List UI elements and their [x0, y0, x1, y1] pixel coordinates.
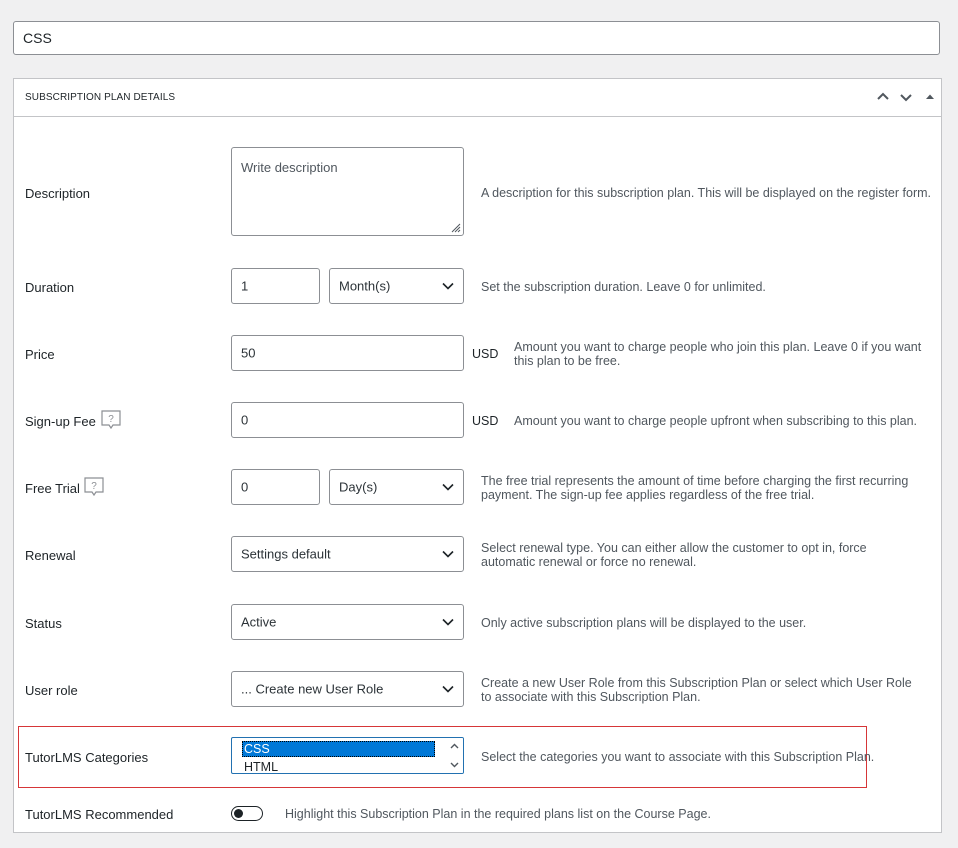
signup-fee-value: 0 [241, 412, 249, 428]
chevron-down-icon [442, 550, 454, 558]
svg-text:?: ? [91, 481, 97, 492]
status-value: Active [241, 614, 277, 630]
free-trial-unit-select[interactable]: Day(s) [329, 469, 464, 505]
duration-unit-value: Month(s) [339, 278, 391, 294]
duration-help: Set the subscription duration. Leave 0 f… [481, 280, 766, 294]
status-select[interactable]: Active [231, 604, 464, 640]
price-help: Amount you want to charge people who joi… [514, 340, 922, 368]
duration-label: Duration [25, 280, 75, 295]
chevron-down-icon [442, 618, 454, 626]
status-label: Status [25, 616, 62, 631]
renewal-label: Renewal [25, 548, 76, 563]
price-input[interactable]: 50 [231, 335, 464, 371]
chevron-down-icon [442, 282, 454, 290]
renewal-value: Settings default [241, 546, 331, 562]
chevron-down-icon [442, 685, 454, 693]
toggle-knob [234, 809, 243, 818]
plan-title-input[interactable]: CSS [13, 21, 940, 55]
chevron-up-icon[interactable] [874, 88, 892, 106]
signup-fee-help: Amount you want to charge people upfront… [514, 414, 918, 428]
caret-up-icon[interactable] [921, 88, 939, 106]
tutor-recommended-help: Highlight this Subscription Plan in the … [285, 807, 711, 821]
help-tooltip-icon[interactable]: ? [100, 409, 122, 431]
renewal-help: Select renewal type. You can either allo… [481, 541, 867, 569]
scroll-down-icon[interactable] [450, 762, 459, 768]
chevron-down-icon [442, 483, 454, 491]
user-role-help: Create a new User Role from this Subscri… [481, 676, 912, 704]
description-help: A description for this subscription plan… [481, 186, 931, 200]
tutor-categories-multiselect[interactable]: CSS HTML [231, 737, 464, 774]
duration-unit-select[interactable]: Month(s) [329, 268, 464, 304]
tutor-categories-help: Select the categories you want to associ… [481, 750, 875, 764]
tutor-recommended-toggle[interactable] [231, 806, 263, 821]
description-label: Description [25, 186, 91, 201]
free-trial-value: 0 [241, 479, 249, 495]
status-help: Only active subscription plans will be d… [481, 616, 807, 630]
user-role-value: ... Create new User Role [241, 681, 384, 697]
user-role-select[interactable]: ... Create new User Role [231, 671, 464, 707]
svg-text:?: ? [108, 414, 114, 425]
panel-title: SUBSCRIPTION PLAN DETAILS [25, 92, 176, 103]
category-option-css[interactable]: CSS [242, 741, 435, 757]
free-trial-unit-value: Day(s) [339, 479, 378, 495]
user-role-label: User role [25, 683, 78, 698]
description-placeholder: Write description [241, 160, 338, 175]
signup-fee-currency: USD [472, 414, 499, 428]
tutor-categories-label: TutorLMS Categories [25, 750, 149, 765]
renewal-select[interactable]: Settings default [231, 536, 464, 572]
listbox-scrollbar[interactable] [446, 738, 463, 773]
price-currency: USD [472, 347, 499, 361]
resize-handle-icon[interactable] [449, 221, 461, 233]
duration-input[interactable]: 1 [231, 268, 320, 304]
signup-fee-label: Sign-up Fee [25, 414, 96, 429]
category-option-html[interactable]: HTML [242, 759, 435, 773]
panel-header: SUBSCRIPTION PLAN DETAILS [14, 79, 941, 117]
signup-fee-input[interactable]: 0 [231, 402, 464, 438]
free-trial-help: The free trial represents the amount of … [481, 474, 909, 502]
price-label: Price [25, 347, 55, 362]
tutor-recommended-label: TutorLMS Recommended [25, 807, 174, 822]
price-value: 50 [241, 345, 256, 361]
scroll-up-icon[interactable] [450, 743, 459, 749]
description-textarea[interactable]: Write description [231, 147, 464, 236]
free-trial-input[interactable]: 0 [231, 469, 320, 505]
duration-value: 1 [241, 278, 249, 294]
help-tooltip-icon[interactable]: ? [83, 476, 105, 498]
free-trial-label: Free Trial [25, 481, 80, 496]
chevron-down-icon[interactable] [897, 88, 915, 106]
